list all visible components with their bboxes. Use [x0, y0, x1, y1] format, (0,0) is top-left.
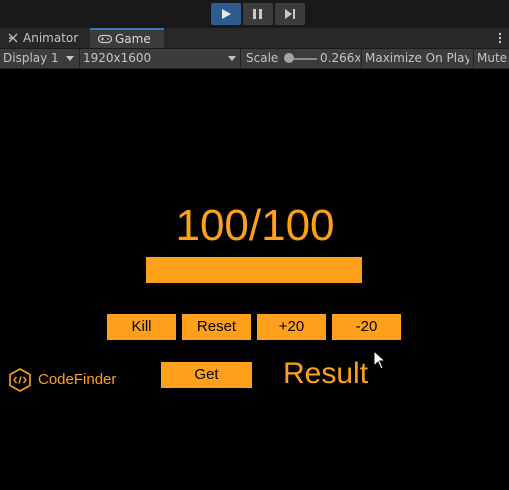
result-text: Result: [283, 357, 369, 390]
tab-animator-label: Animator: [23, 31, 79, 45]
scale-slider-thumb[interactable]: [284, 53, 294, 63]
resolution-value: 1920x1600: [83, 51, 152, 65]
tab-game[interactable]: Game: [90, 28, 164, 48]
display-value: Display 1: [3, 51, 59, 65]
chevron-down-icon: [66, 56, 74, 61]
more-options-icon[interactable]: [497, 31, 503, 45]
toolbar-divider: [361, 49, 362, 68]
game-view: 100/100 Kill Reset +20 -20 Get Result Co…: [0, 69, 509, 490]
tab-bar: Animator Game: [0, 28, 509, 49]
logo-text: CodeFinder: [38, 371, 117, 388]
tab-game-label: Game: [115, 32, 151, 46]
mute-toggle[interactable]: Mute: [477, 49, 509, 68]
pause-icon: [253, 9, 262, 19]
toolbar-divider: [473, 49, 474, 68]
resolution-dropdown[interactable]: 1920x1600: [83, 49, 238, 68]
plus-20-button[interactable]: +20: [257, 314, 326, 340]
maximize-on-play-toggle[interactable]: Maximize On Play: [365, 49, 469, 68]
step-button[interactable]: [275, 3, 305, 25]
pause-button[interactable]: [243, 3, 273, 25]
health-bar: [146, 257, 362, 283]
scale-value: 0.266x: [320, 51, 360, 65]
animator-icon: [8, 33, 18, 43]
kill-button[interactable]: Kill: [107, 314, 176, 340]
game-view-toolbar: Display 1 1920x1600 Scale 0.266x Maximiz…: [0, 49, 509, 69]
play-icon: [222, 9, 231, 19]
play-toolbar: [0, 0, 509, 28]
health-text: 100/100: [175, 201, 335, 250]
step-icon: [285, 9, 295, 19]
mouse-cursor-icon: [373, 350, 387, 370]
scale-label: Scale: [246, 51, 279, 65]
toolbar-divider: [240, 49, 241, 68]
play-button[interactable]: [211, 3, 241, 25]
minus-20-button[interactable]: -20: [332, 314, 401, 340]
gamepad-icon: [98, 34, 112, 44]
tab-animator[interactable]: Animator: [0, 28, 90, 48]
toolbar-divider: [79, 49, 80, 68]
chevron-down-icon: [228, 56, 236, 61]
get-button[interactable]: Get: [161, 362, 252, 388]
code-logo-icon: [9, 368, 31, 392]
reset-button[interactable]: Reset: [182, 314, 251, 340]
